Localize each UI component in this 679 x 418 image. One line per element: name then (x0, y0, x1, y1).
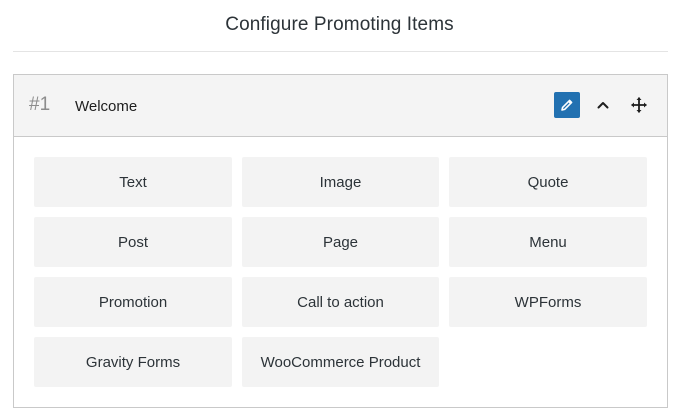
chevron-up-icon (597, 102, 609, 109)
type-post-button[interactable]: Post (34, 217, 232, 267)
item-title: Welcome (75, 98, 138, 115)
type-quote-button[interactable]: Quote (449, 157, 647, 207)
type-gravity-forms-button[interactable]: Gravity Forms (34, 337, 232, 387)
type-page-button[interactable]: Page (242, 217, 439, 267)
edit-button[interactable] (554, 92, 580, 118)
promoting-item-panel: #1 Welcome Text Image Quote Post Page Me… (13, 74, 668, 408)
type-text-button[interactable]: Text (34, 157, 232, 207)
move-button[interactable] (626, 92, 652, 118)
move-arrows-icon (631, 97, 647, 113)
title-divider (13, 51, 668, 52)
type-promotion-button[interactable]: Promotion (34, 277, 232, 327)
item-type-grid: Text Image Quote Post Page Menu Promotio… (34, 157, 647, 387)
collapse-button[interactable] (590, 92, 616, 118)
pencil-icon (561, 99, 573, 111)
promoting-item-header[interactable]: #1 Welcome (14, 75, 667, 137)
type-wpforms-button[interactable]: WPForms (449, 277, 647, 327)
type-image-button[interactable]: Image (242, 157, 439, 207)
type-menu-button[interactable]: Menu (449, 217, 647, 267)
type-call-to-action-button[interactable]: Call to action (242, 277, 439, 327)
page-title: Configure Promoting Items (225, 14, 454, 35)
type-woocommerce-product-button[interactable]: WooCommerce Product (242, 337, 439, 387)
item-number: #1 (29, 94, 51, 115)
